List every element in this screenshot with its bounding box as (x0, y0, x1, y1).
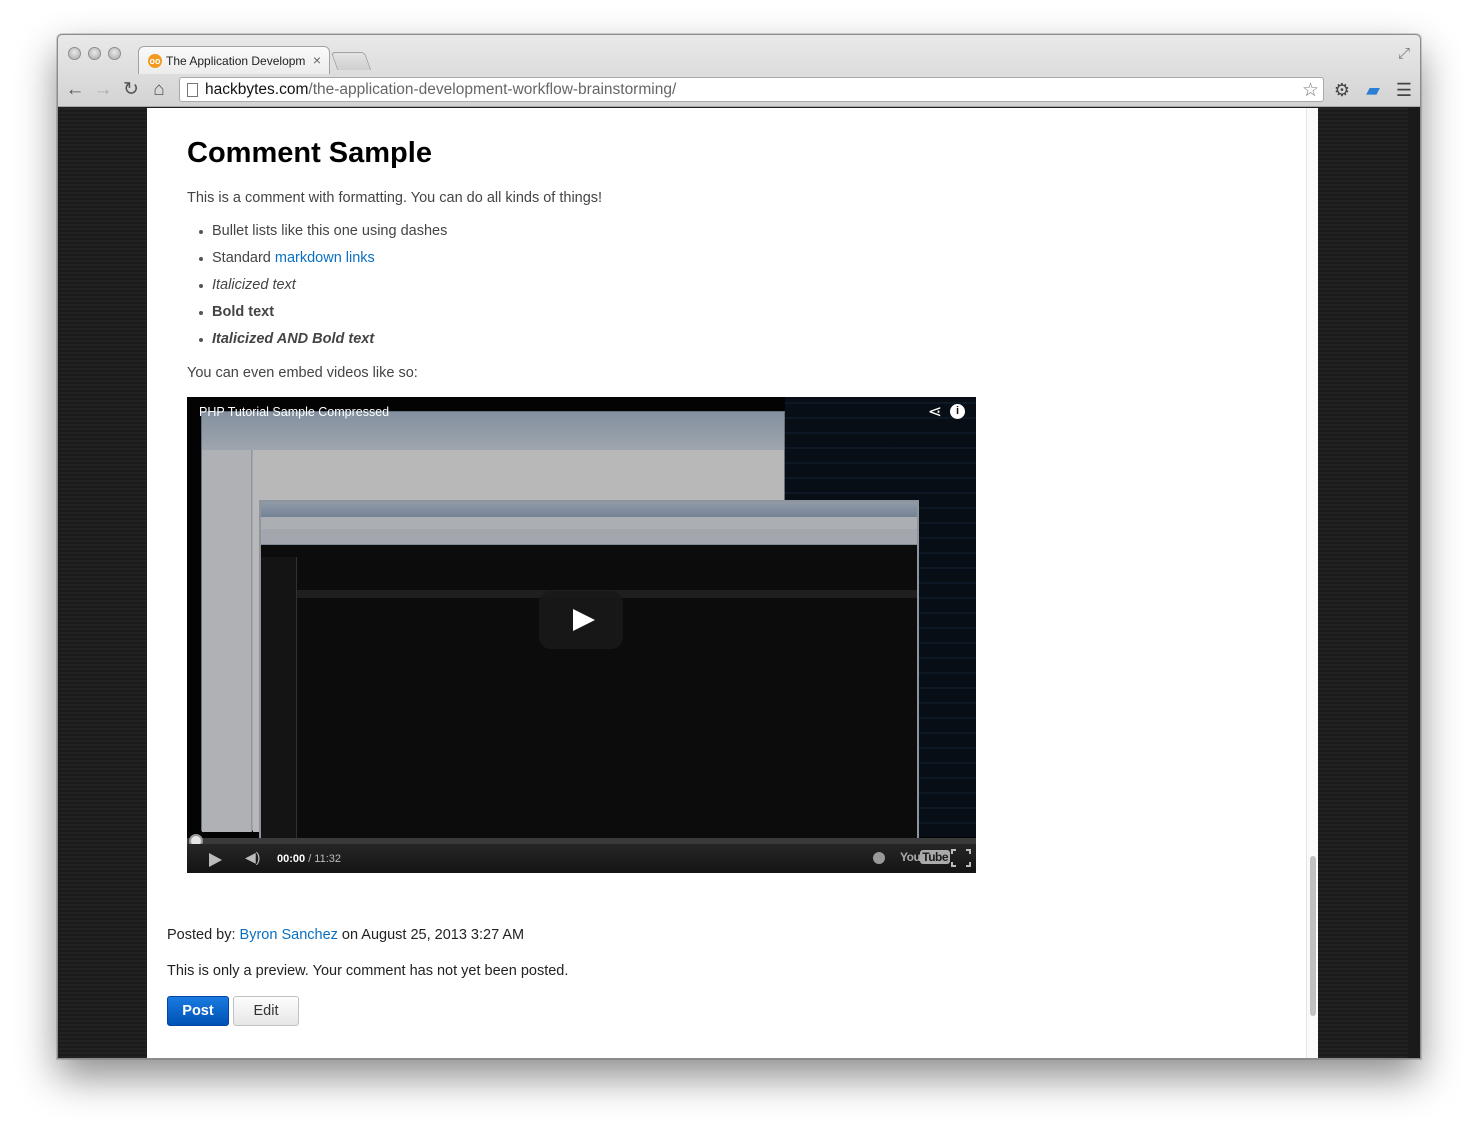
video-time: 00:00 / 11:32 (277, 853, 341, 865)
youtube-logo-tube: Tube (920, 850, 951, 864)
site-favicon-icon: oo (148, 54, 162, 68)
list-item-text: Bullet lists like this one using dashes (212, 223, 448, 239)
right-background (1318, 108, 1408, 1058)
post-date: on August 25, 2013 3:27 AM (337, 927, 525, 943)
comment-list: Bullet lists like this one using dashes … (198, 223, 448, 358)
back-arrow-icon[interactable]: ← (64, 79, 86, 101)
list-item: Italicized text (198, 277, 447, 304)
url-host: hackbytes.com (205, 81, 309, 98)
video-current-time: 00:00 (277, 853, 306, 865)
star-icon[interactable]: ☆ (1302, 79, 1319, 102)
list-item: Italicized AND Bold text (198, 331, 447, 358)
youtube-logo-you: You (900, 850, 921, 864)
comment-title: Comment Sample (187, 137, 432, 169)
video-title[interactable]: PHP Tutorial Sample Compressed (199, 405, 389, 419)
reload-icon[interactable]: ↻ (120, 79, 142, 101)
url-path: /the-application-development-workflow-br… (308, 81, 677, 98)
zoom-window-button[interactable] (108, 47, 121, 60)
list-item-text: Italicized AND Bold text (212, 331, 375, 347)
list-item-text: Bold text (212, 304, 275, 320)
address-bar[interactable]: hackbytes.com/the-application-developmen… (179, 77, 1324, 102)
list-item-text: Standard (212, 250, 275, 266)
page-content: Comment Sample This is a comment with fo… (147, 108, 1318, 1058)
markdown-link[interactable]: markdown links (275, 250, 375, 266)
author-link[interactable]: Byron Sanchez (240, 927, 338, 943)
preview-note: This is only a preview. Your comment has… (167, 963, 569, 979)
fullscreen-icon[interactable]: ⤢ (1398, 45, 1410, 62)
comment-intro: This is a comment with formatting. You c… (187, 190, 603, 206)
scrollbar-thumb[interactable] (1310, 856, 1316, 1016)
list-item: Bullet lists like this one using dashes (198, 223, 448, 250)
posted-by-label: Posted by: (167, 927, 240, 943)
watch-later-icon[interactable] (873, 852, 885, 864)
url-text[interactable]: hackbytes.com/the-application-developmen… (205, 81, 676, 99)
page-icon (187, 83, 198, 97)
youtube-video-embed[interactable]: PHP Tutorial Sample Compressed ⋖ i ◀) 00… (187, 397, 976, 873)
volume-icon[interactable]: ◀) (245, 849, 260, 866)
list-item-text: Italicized text (212, 277, 296, 293)
list-item: Bold text (198, 304, 447, 331)
browser-window: oo The Application Developm × ⤢ ← → ↻ ⌂ … (57, 34, 1421, 1059)
tab-title: The Application Developm (166, 54, 306, 68)
tab-close-icon[interactable]: × (313, 52, 321, 68)
video-fullscreen-icon[interactable] (951, 849, 971, 867)
video-play-button[interactable] (539, 591, 623, 649)
new-tab-button[interactable] (330, 52, 372, 70)
play-icon[interactable] (209, 853, 222, 867)
browser-toolbar: oo The Application Developm × ⤢ ← → ↻ ⌂ … (58, 35, 1420, 107)
share-icon[interactable]: ⋖ (928, 402, 942, 422)
close-window-button[interactable] (68, 47, 81, 60)
video-total-time: / 11:32 (305, 853, 342, 865)
minimize-window-button[interactable] (88, 47, 101, 60)
gear-icon[interactable]: ⚙ (1331, 79, 1353, 101)
left-background (58, 108, 148, 1058)
youtube-logo[interactable]: You Tube (900, 850, 951, 864)
extension-icon[interactable]: ▰ (1362, 79, 1384, 101)
hamburger-menu-icon[interactable]: ☰ (1393, 79, 1415, 101)
browser-tab[interactable]: oo The Application Developm × (138, 46, 330, 74)
page-scrollbar[interactable] (1306, 108, 1318, 1058)
video-controls: ◀) 00:00 / 11:32 You Tube (187, 844, 976, 873)
posted-by-line: Posted by: Byron Sanchez on August 25, 2… (167, 927, 524, 943)
info-icon[interactable]: i (950, 404, 965, 419)
embed-text: You can even embed videos like so: (187, 365, 418, 381)
list-item: Standard markdown links (198, 250, 447, 277)
post-button[interactable]: Post (167, 996, 229, 1026)
page-viewport: Comment Sample This is a comment with fo… (58, 108, 1420, 1058)
edit-button[interactable]: Edit (233, 996, 299, 1026)
forward-arrow-icon[interactable]: → (92, 79, 114, 101)
home-icon[interactable]: ⌂ (148, 79, 170, 101)
